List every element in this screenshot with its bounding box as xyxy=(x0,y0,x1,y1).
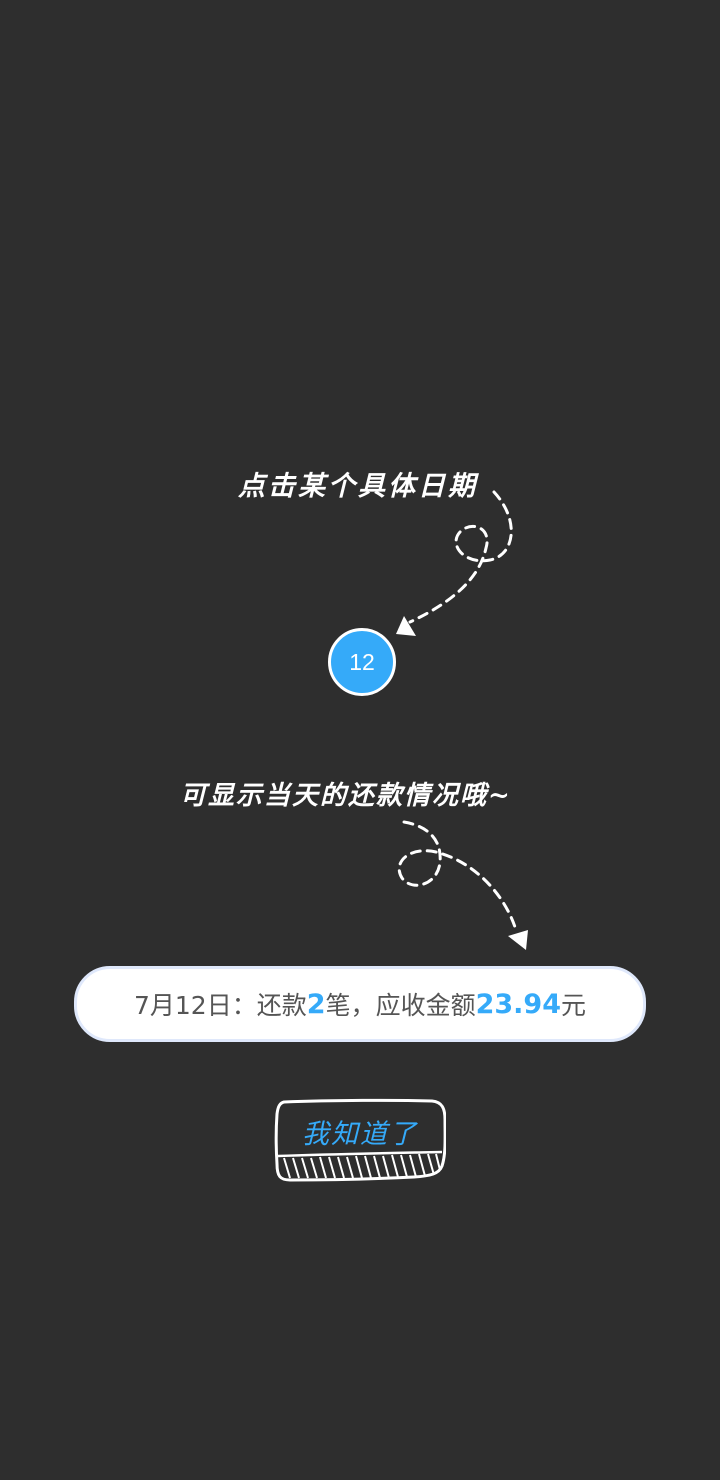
summary-amount: 23.94 xyxy=(475,988,561,1020)
dismiss-button-label: 我知道了 xyxy=(302,1119,418,1150)
summary-amount-unit: 元 xyxy=(560,991,586,1020)
summary-date: 7月12日 xyxy=(133,991,232,1020)
dismiss-button[interactable]: 我知道了 xyxy=(274,1098,446,1182)
arrow-head-icon xyxy=(508,930,528,950)
arrow-head-icon xyxy=(396,616,416,636)
summary-comma: ， xyxy=(350,991,376,1020)
dashed-curly-arrow-icon xyxy=(397,820,518,932)
hint-show-repayment: 可显示当天的还款情况哦~ xyxy=(180,781,512,811)
repayment-summary: 7月12日 ： 还款 2 笔 ， 应收金额 23.94 元 xyxy=(74,966,646,1042)
summary-amount-label: 应收金额 xyxy=(375,991,476,1020)
hatch-lines xyxy=(283,1153,441,1179)
summary-count: 2 xyxy=(306,988,326,1020)
date-badge: 12 xyxy=(328,628,396,696)
guide-arrows xyxy=(396,490,528,950)
hint-tap-date: 点击某个具体日期 xyxy=(238,471,478,502)
summary-separator: ： xyxy=(231,991,257,1020)
guide-overlay: 点击某个具体日期 12 可显示当天的还款情况哦~ 7月12日 ： 还款 2 笔 … xyxy=(0,0,720,1480)
dashed-curly-arrow-icon xyxy=(408,490,513,624)
summary-prefix: 还款 xyxy=(256,991,307,1020)
summary-count-unit: 笔 xyxy=(325,991,351,1020)
